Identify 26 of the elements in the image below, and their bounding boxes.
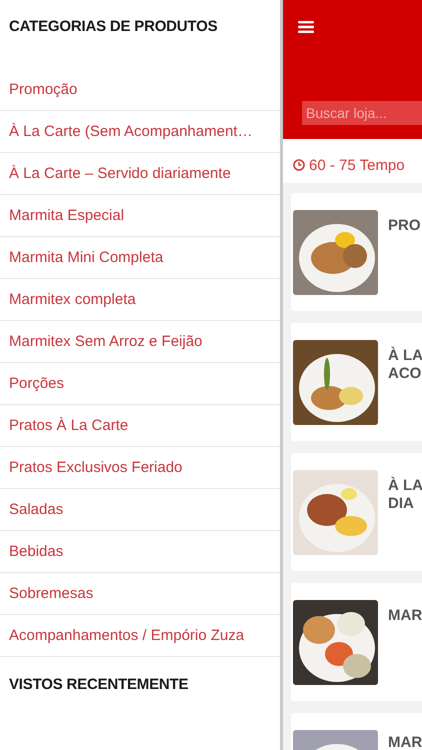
category-link[interactable]: Bebidas <box>9 543 64 560</box>
category-link[interactable]: Pratos À La Carte <box>9 417 128 434</box>
clock-icon <box>293 159 305 171</box>
product-card[interactable]: PRO <box>291 193 422 311</box>
category-link[interactable]: Acompanhamentos / Empório Zuza <box>9 627 244 644</box>
category-link[interactable]: À La Carte (Sem Acompanhament… <box>9 123 252 140</box>
search-field[interactable]: Buscar loja... <box>302 101 422 125</box>
category-link[interactable]: Marmita Mini Completa <box>9 249 164 266</box>
section-heading: VISTOS RECENTEMENTE <box>8 675 190 695</box>
delivery-time: 60 - 75 Tempo <box>309 156 405 174</box>
category-link[interactable]: Porções <box>9 375 64 392</box>
category-link[interactable]: À La Carte – Servido diariamente <box>9 165 231 182</box>
category-link[interactable]: Pratos Exclusivos Feriado <box>9 459 182 476</box>
category-link[interactable]: Marmitex Sem Arroz e Feijão <box>9 333 202 350</box>
category-link[interactable]: Sobremesas <box>9 585 94 602</box>
menu-icon[interactable] <box>298 21 314 33</box>
card-title: MAR <box>388 735 422 750</box>
category-link[interactable]: Saladas <box>9 501 64 518</box>
category-link[interactable]: Promoção <box>9 81 78 98</box>
drawer-heading: CATEGORIAS DE PRODUTOS <box>8 17 218 37</box>
card-title: MAR <box>388 607 422 625</box>
card-title: PRO <box>388 217 421 235</box>
category-link[interactable]: Marmita Especial <box>9 207 124 224</box>
product-card[interactable]: MAR <box>291 713 422 750</box>
product-card[interactable]: MAR <box>291 583 422 701</box>
category-link[interactable]: Marmitex completa <box>9 291 136 308</box>
